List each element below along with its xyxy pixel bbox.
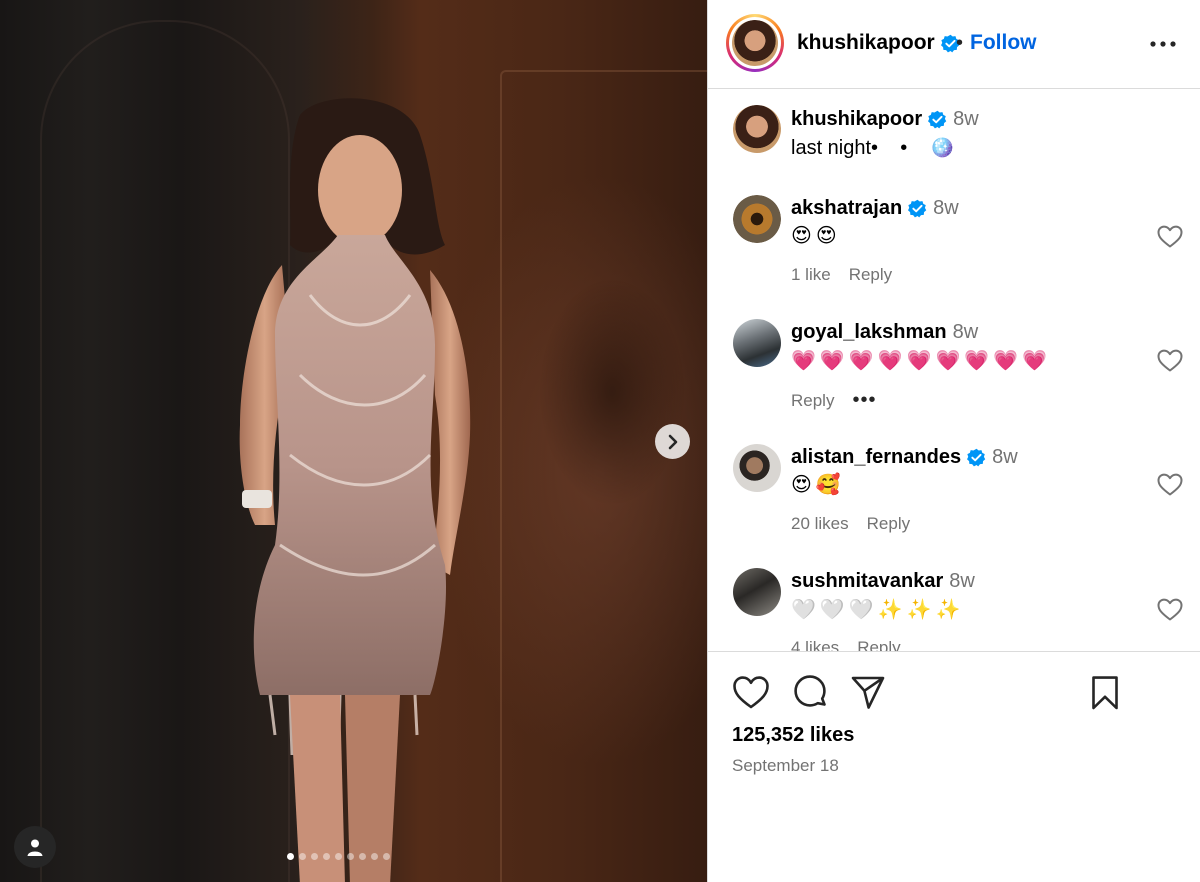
comment-likes[interactable]: 20 likes xyxy=(791,514,849,534)
carousel-dot xyxy=(287,853,294,860)
comment-text: 💗💗💗💗💗💗💗💗💗 xyxy=(791,350,1052,372)
post-date[interactable]: September 18 xyxy=(732,756,839,776)
author-username[interactable]: khushikapoor xyxy=(797,31,935,55)
avatar xyxy=(733,105,781,153)
author-story-ring[interactable] xyxy=(726,14,784,72)
carousel-dot xyxy=(347,853,354,860)
media-carousel-indicator xyxy=(287,853,390,860)
comments-list[interactable]: khushikapoor 8w last night• • 🪩 akshatra… xyxy=(708,90,1200,651)
bookmark-icon[interactable] xyxy=(1086,674,1124,712)
caption-username[interactable]: khushikapoor xyxy=(791,108,922,131)
comment-time[interactable]: 8w xyxy=(992,446,1018,469)
comment-username[interactable]: sushmitavankar xyxy=(791,570,943,593)
likes-count[interactable]: 125,352 likes xyxy=(732,724,854,747)
verified-badge-icon xyxy=(908,199,927,218)
comment-icon[interactable] xyxy=(791,674,829,712)
post-options-button[interactable] xyxy=(1148,30,1178,58)
comment-likes[interactable]: 4 likes xyxy=(791,638,839,651)
comment-meta: 4 likes Reply xyxy=(791,638,901,651)
comment-username[interactable]: alistan_fernandes xyxy=(791,446,961,469)
user-tag-icon xyxy=(27,839,43,856)
comment-meta: Reply ••• xyxy=(791,389,876,412)
comment-time[interactable]: 8w xyxy=(933,197,959,220)
background-wall-panel xyxy=(500,70,707,882)
comment-time[interactable]: 8w xyxy=(949,570,975,593)
reply-button[interactable]: Reply xyxy=(867,514,910,534)
comment-header: sushmitavankar 8w xyxy=(791,570,975,593)
reply-button[interactable]: Reply xyxy=(849,265,892,285)
comment-time[interactable]: 8w xyxy=(953,321,979,344)
carousel-dot xyxy=(371,853,378,860)
comment-meta: 20 likes Reply xyxy=(791,514,910,534)
comment-username[interactable]: akshatrajan xyxy=(791,197,902,220)
commenter-avatar[interactable] xyxy=(733,319,781,367)
carousel-dot xyxy=(323,853,330,860)
avatar xyxy=(733,444,781,492)
comment-header: goyal_lakshman 8w xyxy=(791,321,978,344)
comment-options-button[interactable]: ••• xyxy=(852,389,876,412)
avatar xyxy=(733,568,781,616)
author-name-row: khushikapoor xyxy=(797,31,960,55)
comment-likes[interactable]: 1 like xyxy=(791,265,831,285)
carousel-dot xyxy=(383,853,390,860)
carousel-dot xyxy=(299,853,306,860)
heart-icon[interactable] xyxy=(732,674,770,712)
caption-avatar[interactable] xyxy=(733,105,781,153)
reply-button[interactable]: Reply xyxy=(857,638,900,651)
heart-icon[interactable] xyxy=(1157,349,1183,373)
heart-icon[interactable] xyxy=(1157,473,1183,497)
post-header: khushikapoor • Follow xyxy=(708,0,1200,89)
verified-badge-icon xyxy=(928,110,947,129)
tagged-users-button[interactable] xyxy=(14,826,56,868)
share-icon[interactable] xyxy=(849,674,887,712)
follow-button[interactable]: Follow xyxy=(970,31,1037,55)
heart-icon[interactable] xyxy=(1157,225,1183,249)
avatar xyxy=(733,195,781,243)
avatar xyxy=(733,319,781,367)
avatar xyxy=(732,20,778,66)
heart-icon[interactable] xyxy=(1157,598,1183,622)
chevron-right-icon xyxy=(668,434,677,449)
carousel-dot xyxy=(311,853,318,860)
carousel-dot xyxy=(359,853,366,860)
comment-header: akshatrajan 8w xyxy=(791,197,959,220)
comment-header: alistan_fernandes 8w xyxy=(791,446,1018,469)
more-icon xyxy=(1150,41,1176,47)
carousel-dot xyxy=(335,853,342,860)
comment-meta: 1 like Reply xyxy=(791,265,892,285)
comment-text: 😍🥰 xyxy=(791,474,845,496)
comment-text: 😍😍 xyxy=(791,225,841,247)
caption-time[interactable]: 8w xyxy=(953,108,979,131)
header-separator: • xyxy=(956,32,964,54)
reply-button[interactable]: Reply xyxy=(791,391,834,411)
post-photo-subject xyxy=(220,95,490,882)
post-actions: 125,352 likes September 18 xyxy=(708,651,1200,882)
comment-username[interactable]: goyal_lakshman xyxy=(791,321,947,344)
post-media[interactable] xyxy=(0,0,707,882)
commenter-avatar[interactable] xyxy=(733,195,781,243)
caption-text: last night• • 🪩 xyxy=(791,137,955,159)
verified-badge-icon xyxy=(967,448,986,467)
post-side-panel: khushikapoor • Follow khushikapoor 8w la… xyxy=(707,0,1200,882)
next-media-button[interactable] xyxy=(655,424,690,459)
commenter-avatar[interactable] xyxy=(733,568,781,616)
comment-text: 🤍🤍🤍✨✨✨ xyxy=(791,599,965,621)
commenter-avatar[interactable] xyxy=(733,444,781,492)
caption-header: khushikapoor 8w xyxy=(791,108,979,131)
